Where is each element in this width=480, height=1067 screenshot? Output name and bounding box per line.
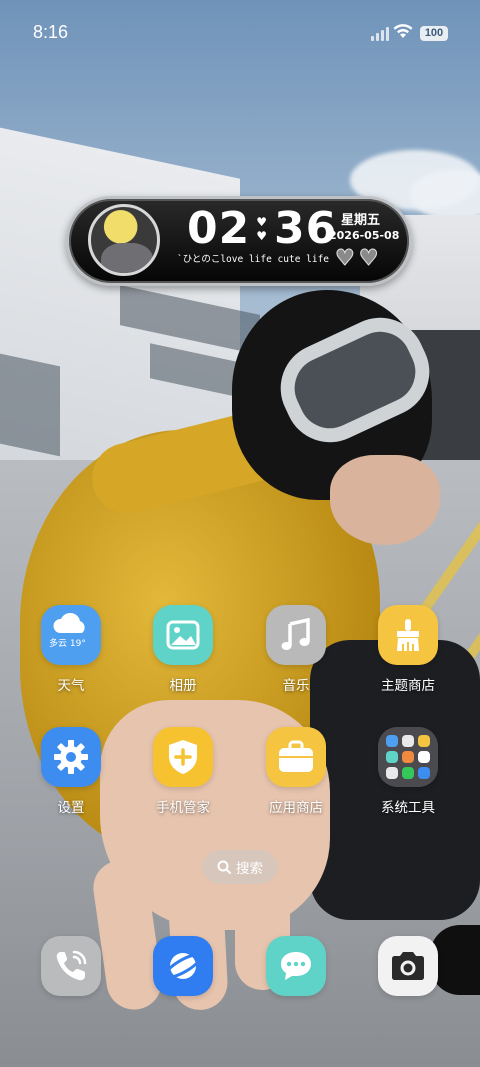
app-settings[interactable]: 设置 [21, 727, 121, 816]
folder-icon [378, 727, 438, 787]
app-label: 应用商店 [269, 800, 323, 816]
app-label: 主题商店 [381, 678, 435, 694]
weekday-label: 星期五 [341, 213, 381, 228]
app-label: 相册 [169, 678, 197, 694]
search-icon [217, 860, 231, 874]
wallpaper [0, 0, 480, 1067]
app-label: 手机管家 [156, 800, 210, 816]
clock-minutes: 36 [274, 203, 338, 254]
music-note-icon [281, 618, 310, 650]
shield-icon [169, 740, 197, 774]
bag-icon [279, 740, 313, 772]
heart-icon: ♥ [358, 246, 379, 271]
camera-icon [392, 952, 424, 980]
clock-time: 02 ♥ ♥ 36 [187, 203, 337, 255]
status-time: 8:16 [33, 22, 69, 42]
clock-separator: ♥ ♥ [256, 215, 268, 243]
clock-widget[interactable]: 02 ♥ ♥ 36 星期五 2026-05-08 ♥ ♥ `ひとのこlove li… [66, 196, 412, 286]
widget-tagline: `ひとのこlove life cute life [177, 254, 330, 265]
dock-camera[interactable] [378, 936, 438, 996]
dock-phone[interactable] [41, 936, 101, 996]
dock-browser[interactable] [153, 936, 213, 996]
weather-summary: 多云 19° [49, 639, 86, 649]
app-app-store[interactable]: 应用商店 [246, 727, 346, 816]
app-label: 设置 [57, 800, 85, 816]
date-label: 2026-05-08 [329, 229, 400, 242]
app-phone-manager[interactable]: 手机管家 [133, 727, 233, 816]
status-bar: 8:16 100 [0, 0, 480, 68]
paintbrush-icon [397, 619, 419, 651]
wifi-icon [393, 24, 413, 38]
avatar [88, 204, 160, 276]
app-weather[interactable]: 多云 19° 天气 [21, 605, 121, 694]
picture-icon [166, 620, 200, 650]
battery-indicator: 100 [420, 26, 448, 41]
phone-icon [56, 950, 87, 981]
folder-system-tools[interactable]: 系统工具 [358, 727, 458, 816]
cellular-signal-icon [371, 27, 389, 41]
search-button[interactable]: 搜索 [203, 850, 277, 884]
app-label: 天气 [57, 678, 85, 694]
app-gallery[interactable]: 相册 [133, 605, 233, 694]
browser-icon [165, 953, 201, 979]
heart-icon: ♥ [335, 246, 356, 271]
app-music[interactable]: 音乐 [246, 605, 346, 694]
app-label: 系统工具 [381, 800, 435, 816]
message-icon [281, 952, 311, 980]
dock-messages[interactable] [266, 936, 326, 996]
app-themes[interactable]: 主题商店 [358, 605, 458, 694]
clock-hours: 02 [187, 203, 251, 254]
gear-icon [54, 740, 88, 774]
hearts: ♥ ♥ [335, 246, 379, 271]
app-label: 音乐 [282, 678, 310, 694]
search-label: 搜索 [236, 861, 263, 877]
weather-icon: 多云 19° [41, 605, 101, 665]
